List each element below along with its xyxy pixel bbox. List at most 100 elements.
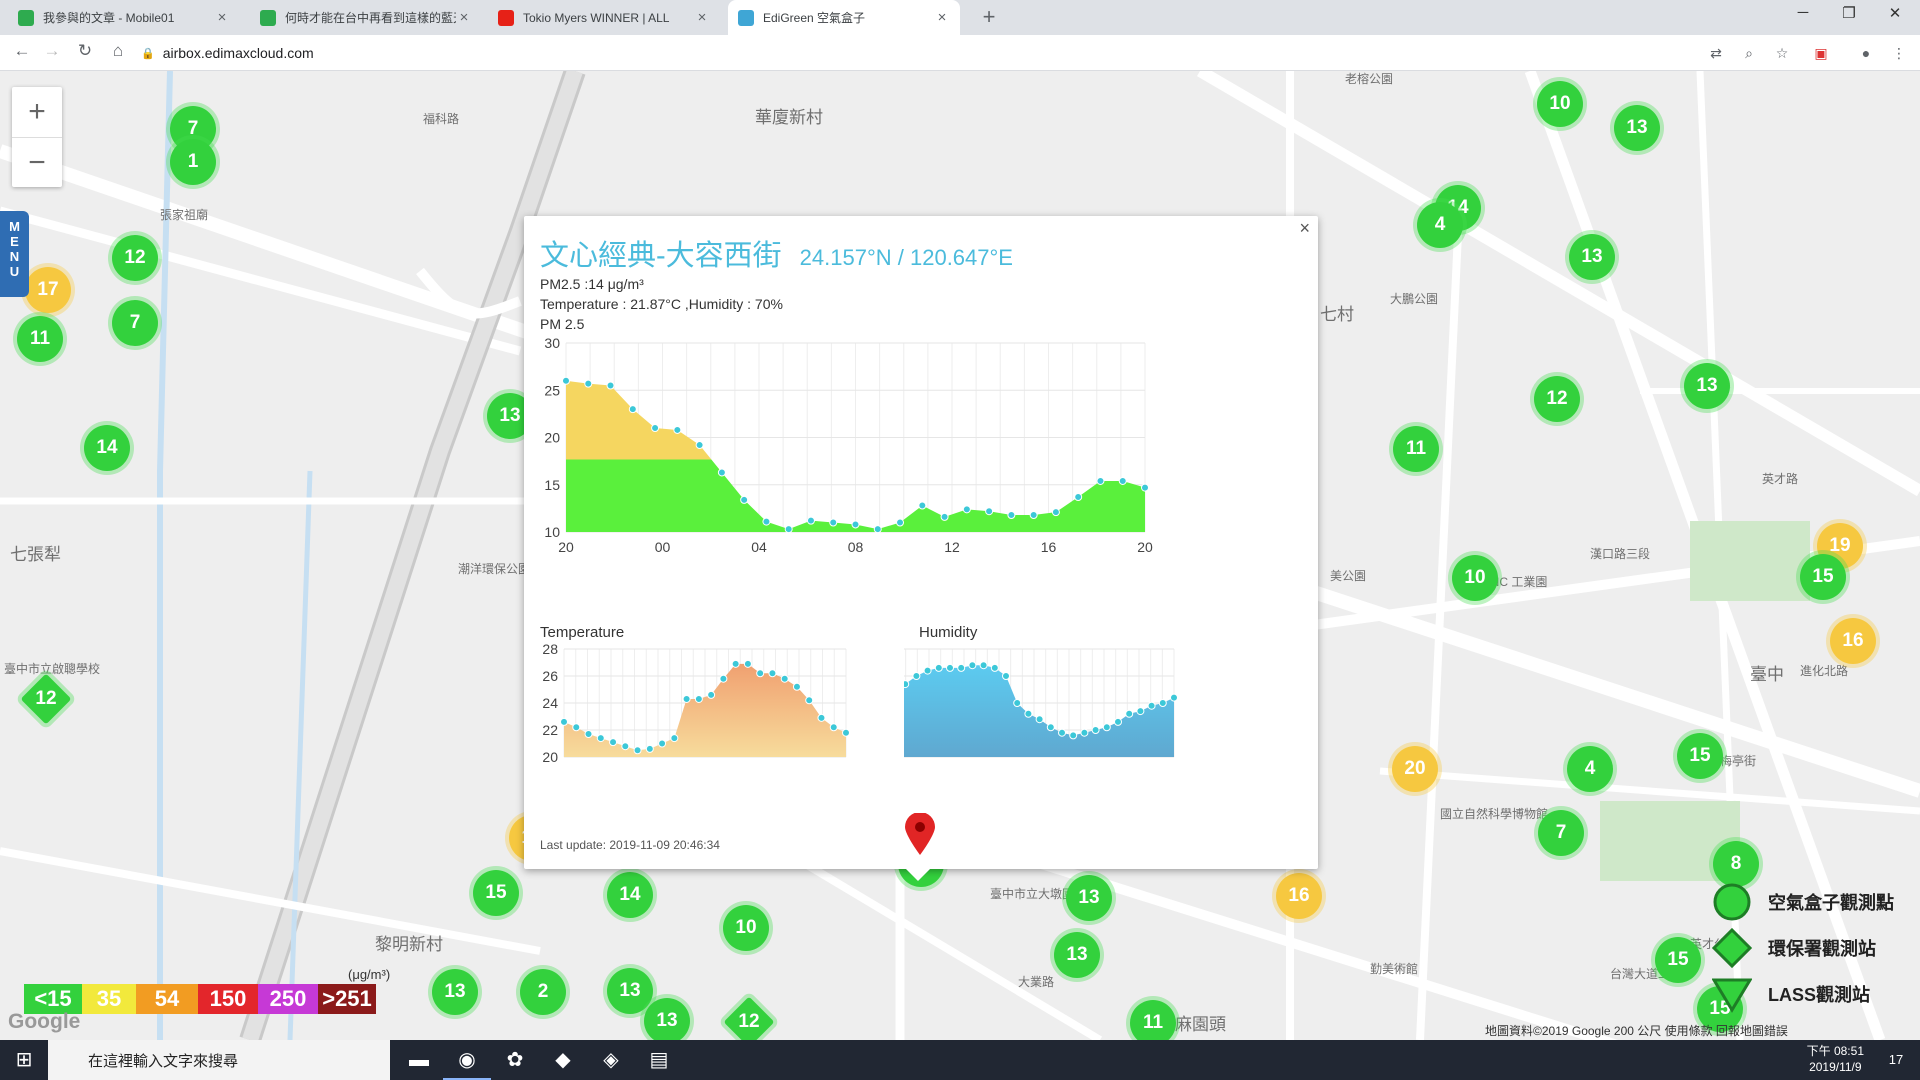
pm25-reading: PM2.5 :14 μg/m³ (540, 276, 644, 292)
extension-icon[interactable]: ▣ (1812, 44, 1830, 62)
bookmark-star-icon[interactable]: ☆ (1773, 44, 1791, 62)
popup-title: 文心經典-大容西街 24.157°N / 120.647°E (540, 232, 1013, 274)
station-marker[interactable]: 15 (1677, 733, 1723, 779)
app-icon-2[interactable]: ◆ (539, 1040, 587, 1080)
minimize-button[interactable]: ─ (1788, 4, 1818, 28)
tab-close-icon[interactable]: × (456, 9, 472, 26)
data-point (1080, 728, 1089, 737)
station-marker[interactable]: 13 (1054, 932, 1100, 978)
back-icon[interactable]: ← (10, 41, 34, 61)
data-point (584, 730, 593, 739)
station-marker[interactable]: 16 (1830, 618, 1876, 664)
notification-badge[interactable]: 17 (1872, 1040, 1920, 1080)
data-point (946, 663, 954, 672)
menu-tab[interactable]: MENU (0, 211, 29, 297)
station-marker[interactable]: 13 (1569, 234, 1615, 280)
menu-letter: M (9, 219, 20, 234)
data-point (940, 512, 949, 521)
close-window-button[interactable]: ✕ (1880, 4, 1910, 28)
epa-station-marker[interactable]: 12 (723, 996, 775, 1040)
station-marker[interactable]: 12 (112, 235, 158, 281)
legend-epa[interactable]: 環保署觀測站 (1712, 925, 1894, 971)
tab-close-icon[interactable]: × (934, 9, 950, 26)
reload-icon[interactable]: ↻ (73, 41, 97, 61)
new-tab-button[interactable]: + (976, 4, 1002, 30)
station-marker[interactable]: 13 (1684, 363, 1730, 409)
map-label: 潮洋環保公園 (458, 562, 531, 576)
tab-3[interactable]: EdiGreen 空氣盒子 × (728, 0, 960, 35)
station-marker[interactable]: 13 (644, 998, 690, 1040)
maximize-button[interactable]: ❐ (1834, 4, 1864, 28)
station-marker[interactable]: 2 (520, 969, 566, 1015)
favicon-icon (18, 9, 34, 26)
lock-icon: 🔒 (141, 47, 155, 60)
data-point (918, 501, 927, 510)
tab-2[interactable]: Tokio Myers WINNER | ALL × (488, 0, 720, 35)
station-marker[interactable]: 11 (1130, 1000, 1176, 1040)
station-marker[interactable]: 15 (1655, 937, 1701, 983)
station-marker[interactable]: 10 (723, 905, 769, 951)
data-point (768, 669, 777, 678)
popup-close-button[interactable]: × (1299, 218, 1310, 239)
station-marker[interactable]: 4 (1417, 202, 1463, 248)
map-pin-icon[interactable] (905, 812, 935, 855)
station-marker[interactable]: 17 (25, 267, 71, 313)
app-icon-1[interactable]: ✿ (491, 1040, 539, 1080)
zoom-icon[interactable]: ⌕ (1740, 44, 1758, 62)
forward-icon[interactable]: → (40, 41, 64, 61)
station-marker[interactable]: 12 (1534, 376, 1580, 422)
map-label: 臺中市立啟聰學校 (4, 662, 101, 676)
map-label: 張家祖廟 (160, 208, 209, 222)
tab-close-icon[interactable]: × (214, 9, 230, 26)
station-marker[interactable]: 10 (1537, 81, 1583, 127)
taskbar-clock[interactable]: 下午 08:51 2019/11/9 (1807, 1043, 1864, 1075)
station-marker[interactable]: 11 (17, 316, 63, 362)
station-marker[interactable]: 14 (607, 872, 653, 918)
station-marker[interactable]: 7 (112, 300, 158, 346)
station-marker[interactable]: 20 (1392, 746, 1438, 792)
station-marker[interactable]: 13 (1066, 875, 1112, 921)
data-point (1170, 693, 1178, 702)
station-marker[interactable]: 13 (1614, 105, 1660, 151)
tab-0[interactable]: 我參與的文章 - Mobile01 × (8, 0, 240, 35)
station-marker[interactable]: 13 (607, 968, 653, 1014)
windows-start-icon[interactable]: ⊞ (0, 1040, 48, 1080)
legend-level: 250 (258, 984, 318, 1014)
epa-station-marker[interactable]: 12 (20, 673, 72, 725)
chrome-menu-icon[interactable]: ⋮ (1890, 44, 1908, 62)
data-point (780, 674, 789, 683)
temp-humidity-reading: Temperature : 21.87°C ,Humidity : 70% (540, 296, 783, 312)
taskbar-search[interactable]: 在這裡輸入文字來搜尋 (48, 1040, 390, 1080)
station-marker[interactable]: 4 (1567, 746, 1613, 792)
station-marker[interactable]: 14 (84, 425, 130, 471)
map-label: 英才路 (1762, 472, 1799, 486)
profile-icon[interactable]: ● (1857, 44, 1875, 62)
app-icon-3[interactable]: ◈ (587, 1040, 635, 1080)
station-marker[interactable]: 10 (1452, 555, 1498, 601)
tab-1[interactable]: 何時才能在台中再看到這樣的藍天 × (250, 0, 482, 35)
data-point (762, 517, 771, 526)
station-marker[interactable]: 15 (1800, 554, 1846, 600)
legend-lass[interactable]: LASS觀測站 (1712, 971, 1894, 1017)
app-icon-4[interactable]: ▤ (635, 1040, 683, 1080)
station-marker[interactable]: 16 (1276, 873, 1322, 919)
station-marker[interactable]: 11 (1393, 426, 1439, 472)
home-icon[interactable]: ⌂ (106, 41, 130, 61)
station-marker[interactable]: 13 (432, 969, 478, 1015)
legend-airbox[interactable]: 空氣盒子觀測點 (1712, 879, 1894, 925)
data-point (923, 666, 932, 675)
zoom-out-button[interactable]: − (12, 137, 62, 187)
address-bar[interactable]: 🔒 airbox.edimaxcloud.com (141, 41, 1701, 65)
map-label: 七村 (1320, 305, 1354, 324)
tab-close-icon[interactable]: × (694, 9, 710, 26)
chrome-app-icon[interactable]: ◉ (443, 1040, 491, 1080)
translate-icon[interactable]: ⇄ (1707, 44, 1725, 62)
station-marker[interactable]: 15 (473, 870, 519, 916)
station-marker[interactable]: 1 (170, 139, 216, 185)
map-canvas[interactable]: 華廈新村 老榕公園 福科路 張家祖廟 七張犁 臺中市立啟聰學校 黎明新村 大鵬公園 七村 臺中 國立… (0, 71, 1920, 1040)
file-explorer-icon[interactable]: ▬ (395, 1040, 443, 1080)
data-point (934, 663, 943, 672)
station-marker[interactable]: 7 (1538, 810, 1584, 856)
zoom-in-button[interactable]: + (12, 87, 62, 137)
data-point (584, 379, 593, 388)
